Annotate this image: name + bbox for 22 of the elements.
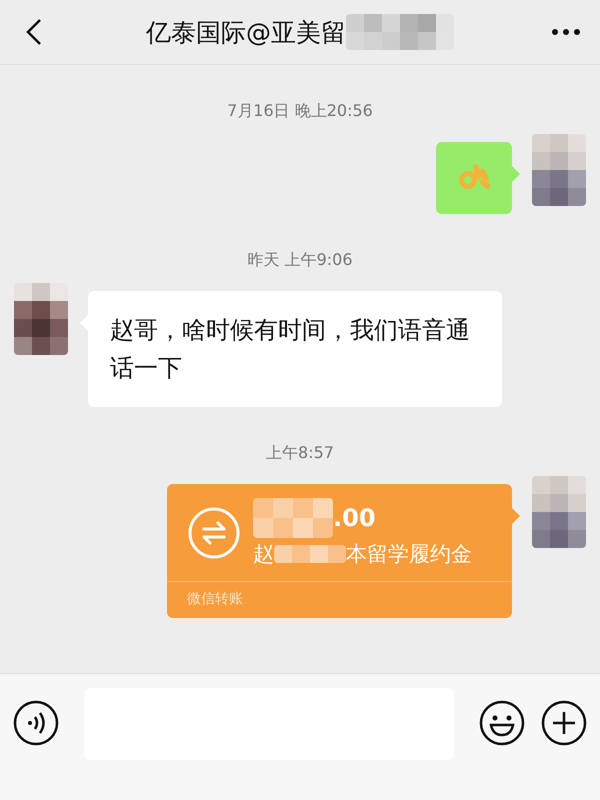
chat-title: 亿泰国际@亚美留: [146, 16, 346, 48]
message-text: 赵哥，啥时候有时间，我们语音通话一下: [109, 315, 471, 384]
avatar: [532, 476, 586, 548]
timestamp: 上午8:57: [266, 443, 334, 464]
transfer-label: 微信转账: [186, 590, 244, 609]
transfer-amount: .00: [333, 504, 376, 532]
add-button[interactable]: [540, 699, 588, 747]
back-icon: [26, 18, 42, 46]
blur-mosaic: [274, 544, 346, 562]
bubble-tail: [512, 508, 520, 524]
avatar: [14, 283, 68, 355]
transfer-card[interactable]: .00 赵 本留学履约金 微信转账: [167, 484, 512, 618]
emoji-button[interactable]: [478, 699, 526, 747]
timestamp: 昨天 上午9:06: [247, 250, 352, 271]
transfer-note: 本留学履约金: [346, 540, 472, 568]
transfer-icon: [187, 506, 241, 560]
timestamp: 7月16日 晚上20:56: [227, 101, 373, 122]
voice-button[interactable]: [12, 699, 60, 747]
transfer-note: 赵: [253, 540, 274, 568]
more-icon: [551, 28, 581, 36]
bubble-tail: [512, 166, 520, 182]
avatar: [532, 134, 586, 206]
